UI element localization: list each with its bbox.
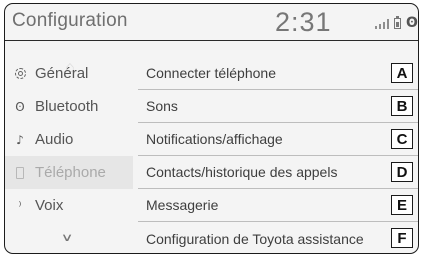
voice-icon: ⁾ — [18, 198, 22, 213]
list-item-notifications[interactable]: Notifications/affichage C — [138, 123, 418, 156]
sidebar-item-bluetooth[interactable]: ʘ Bluetooth — [5, 90, 133, 123]
clock: 2:31 — [275, 7, 332, 37]
status-icons: ʘ — [375, 15, 418, 31]
callout-badge: C — [391, 129, 413, 149]
sidebar-item-voice[interactable]: ⁾ Voix — [5, 189, 133, 222]
list-item-label: Connecter téléphone — [146, 65, 276, 81]
settings-screen: Configuration 2:31 ʘ ⌂ Général ʘ Bluetoo… — [4, 3, 419, 254]
sidebar-item-label: Téléphone — [35, 164, 106, 181]
sidebar-item-audio[interactable]: ♪ Audio — [5, 123, 133, 156]
sidebar-item-telephone[interactable]: Téléphone — [5, 156, 133, 189]
sidebar-item-general[interactable]: Général — [5, 57, 133, 90]
sidebar-item-label: Voix — [35, 197, 64, 214]
sidebar-item-label: Général — [35, 65, 89, 82]
bluetooth-icon: ʘ — [15, 99, 25, 114]
list-item-connect-phone[interactable]: Connecter téléphone A — [138, 57, 418, 90]
chevron-down-icon[interactable]: ∨ — [61, 231, 74, 244]
gear-icon — [13, 67, 27, 81]
sidebar-item-label: Bluetooth — [35, 98, 99, 115]
callout-badge: E — [391, 195, 413, 215]
callout-badge: F — [391, 228, 413, 248]
list-item-label: Configuration de Toyota assistance — [146, 230, 364, 247]
sidebar: ⌂ Général ʘ Bluetooth ♪ Audio Téléphone … — [5, 41, 133, 253]
list-item-contacts[interactable]: Contacts/historique des appels D — [138, 156, 418, 189]
list-item-sounds[interactable]: Sons B — [138, 90, 418, 123]
page-title: Configuration — [12, 10, 128, 31]
header-bar: Configuration 2:31 ʘ — [5, 4, 418, 41]
battery-icon — [394, 16, 401, 29]
callout-badge: B — [391, 96, 413, 116]
sidebar-item-label: Audio — [35, 131, 74, 148]
callout-badge: A — [391, 63, 413, 83]
list-item-label: Notifications/affichage — [146, 131, 283, 147]
phone-icon — [13, 166, 27, 180]
list-item-label: Sons — [146, 98, 178, 114]
settings-list: Connecter téléphone A Sons B Notificatio… — [138, 41, 418, 253]
callout-badge: D — [391, 162, 413, 182]
list-item-messaging[interactable]: Messagerie E — [138, 189, 418, 222]
list-item-toyota-assistance[interactable]: Configuration de Toyota assistance F — [138, 222, 418, 253]
bluetooth-icon: ʘ — [406, 15, 418, 31]
list-item-label: Contacts/historique des appels — [146, 164, 338, 180]
music-note-icon: ♪ — [16, 132, 24, 147]
signal-icon — [375, 19, 389, 29]
list-item-label: Messagerie — [146, 197, 219, 213]
